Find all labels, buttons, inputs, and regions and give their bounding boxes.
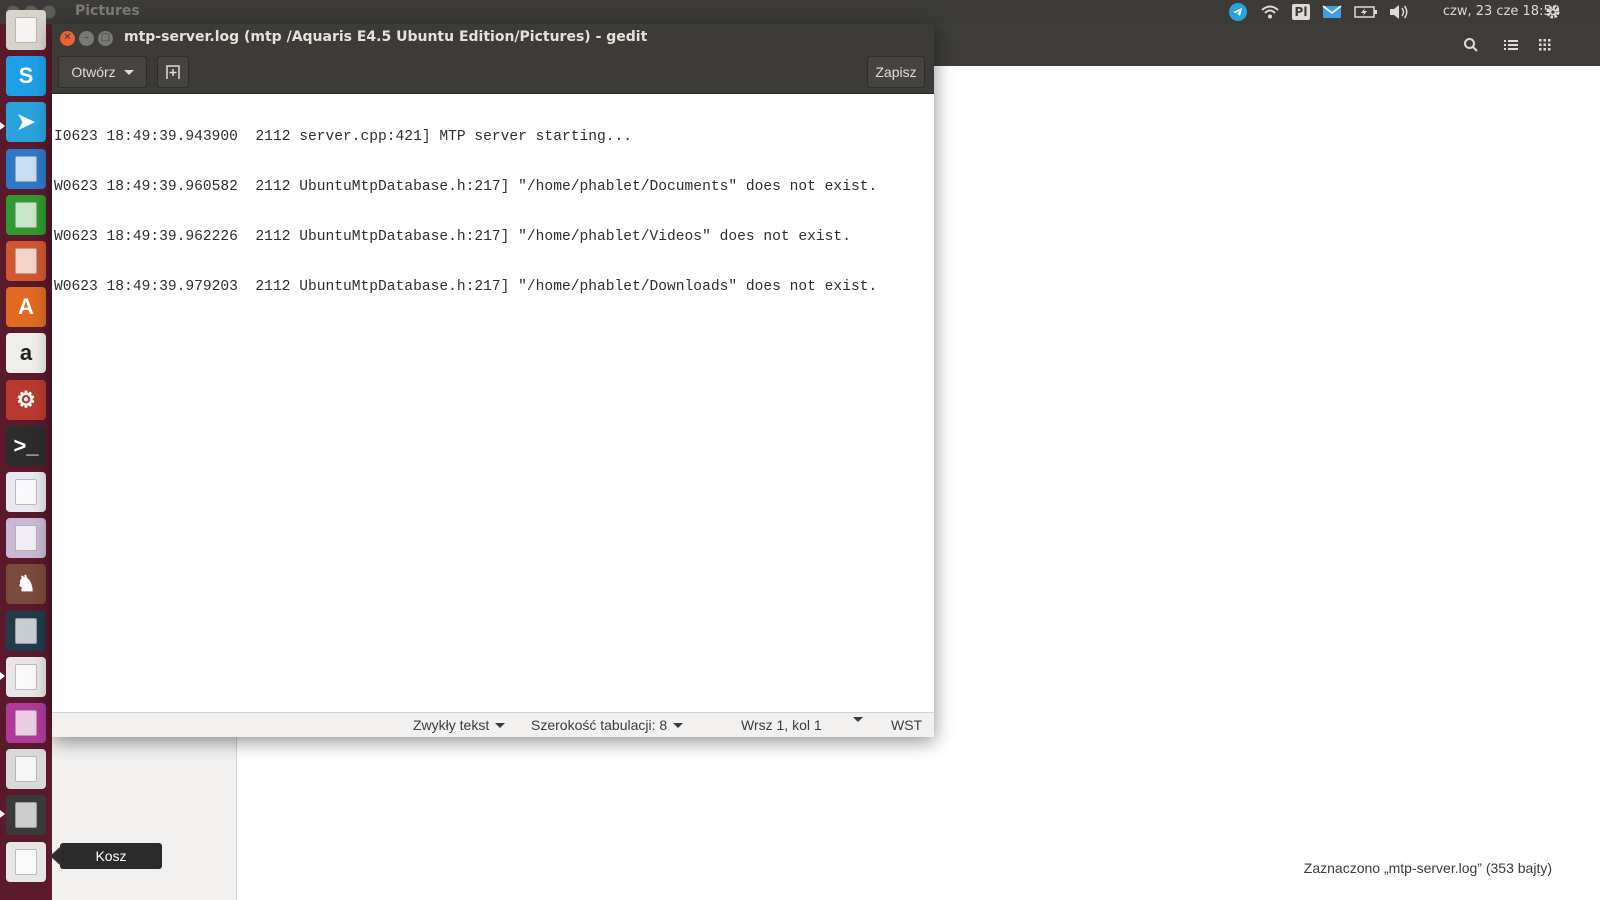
gedit-toolbar: Otwórz Zapisz (52, 52, 934, 94)
gear-icon[interactable] (1542, 0, 1564, 24)
file-manager-header (934, 24, 1600, 66)
running-indicator (0, 810, 5, 818)
gedit-icon-glyph (15, 663, 37, 690)
insert-mode-label: WST (891, 717, 923, 733)
save-button[interactable]: Zapisz (867, 56, 925, 88)
phone-device-icon[interactable] (6, 795, 46, 836)
new-document-icon (166, 65, 180, 79)
webcam-icon-glyph (15, 525, 37, 552)
drive-icon[interactable] (6, 749, 46, 790)
drive-icon-glyph (15, 756, 37, 783)
gedit-titlebar[interactable]: ✕ – □ mtp-server.log (mtp /Aquaris E4.5 … (52, 24, 934, 52)
cursor-position-label: Wrsz 1, kol 1 (741, 717, 822, 733)
mail-icon[interactable] (1320, 0, 1344, 24)
cursor-position-dropdown[interactable] (853, 717, 863, 722)
cursor-position[interactable]: Wrsz 1, kol 1 (741, 717, 822, 733)
amazon-icon[interactable]: a (6, 333, 46, 374)
files-icon-glyph (15, 17, 37, 43)
wifi-icon[interactable] (1258, 0, 1282, 24)
telegram-icon-glyph: ➤ (16, 109, 36, 135)
system-settings-icon-glyph: ⚙ (16, 386, 36, 412)
window-title: mtp-server.log (mtp /Aquaris E4.5 Ubuntu… (124, 29, 648, 45)
phone-device-icon-glyph (15, 802, 37, 829)
search-icon[interactable] (1459, 33, 1483, 57)
chevron-down-icon (673, 722, 684, 728)
battery-icon[interactable] (1352, 0, 1380, 24)
trash-tooltip: Kosz (60, 843, 162, 869)
open-button[interactable]: Otwórz (58, 56, 147, 88)
telegram-tray-icon[interactable] (1227, 0, 1249, 24)
log-line: W0623 18:49:39.962226 2112 UbuntuMtpData… (54, 228, 851, 245)
new-tab-button[interactable] (157, 56, 189, 88)
text-editor[interactable]: I0623 18:49:39.943900 2112 server.cpp:42… (52, 94, 934, 712)
software-center-icon[interactable]: A (6, 287, 46, 328)
software-center-icon-glyph: A (18, 294, 34, 320)
skype-icon-glyph: S (18, 63, 34, 89)
libreoffice-impress-icon[interactable] (6, 241, 46, 281)
gedit-icon[interactable] (6, 656, 46, 697)
tab-width-label: Szerokość tabulacji: 8 (531, 717, 668, 733)
language-label: Zwykły tekst (413, 717, 490, 733)
close-button[interactable]: ✕ (60, 31, 75, 46)
system-settings-icon[interactable]: ⚙ (6, 379, 46, 420)
top-panel: Pictures Pl czw, 23 cze 18:59 (0, 0, 1600, 24)
libreoffice-calc-icon[interactable] (6, 194, 46, 235)
log-line: W0623 18:49:39.979203 2112 UbuntuMtpData… (54, 278, 878, 295)
language-selector[interactable]: Zwykły tekst (413, 717, 506, 733)
grid-view-icon[interactable] (1533, 33, 1557, 57)
tab-width-selector[interactable]: Szerokość tabulacji: 8 (531, 717, 684, 733)
workspace-switcher-icon-glyph (15, 710, 37, 736)
gedit-window: ✕ – □ mtp-server.log (mtp /Aquaris E4.5 … (52, 24, 934, 737)
webcam-icon[interactable] (6, 518, 46, 559)
files-icon[interactable] (6, 10, 46, 50)
file-manager-sidebar (52, 737, 237, 900)
running-indicator (0, 122, 5, 130)
list-view-icon[interactable] (1499, 33, 1523, 57)
minimize-button[interactable]: – (79, 31, 94, 46)
gedit-statusbar: Zwykły tekst Szerokość tabulacji: 8 Wrsz… (52, 712, 934, 737)
save-button-label: Zapisz (875, 64, 917, 80)
workspace-switcher-icon[interactable] (6, 703, 46, 743)
chess-icon[interactable]: ♞ (6, 564, 46, 605)
log-line: I0623 18:49:39.943900 2112 server.cpp:42… (54, 129, 633, 146)
system-monitor-icon[interactable] (6, 610, 46, 651)
libreoffice-writer-icon[interactable] (6, 148, 46, 189)
libreoffice-writer-icon-glyph (15, 155, 37, 182)
insert-mode: WST (891, 717, 922, 733)
volume-icon[interactable] (1386, 0, 1412, 24)
log-line: W0623 18:49:39.960582 2112 UbuntuMtpData… (54, 178, 878, 195)
keyboard-layout-indicator[interactable]: Pl (1290, 0, 1312, 24)
telegram-icon[interactable]: ➤ (6, 102, 46, 143)
solitaire-icon-glyph (15, 479, 37, 505)
chess-icon-glyph: ♞ (16, 571, 36, 597)
chevron-down-icon (853, 717, 863, 722)
file-manager-divider (237, 737, 242, 900)
file-manager-status: Zaznaczono „mtp-server.log” (353 bajty) (1303, 860, 1552, 876)
background-window-title: Pictures (75, 3, 140, 19)
skype-icon[interactable]: S (6, 56, 46, 97)
chevron-down-icon (123, 69, 134, 75)
launcher: S ➤ Aa ⚙ >_ ♞ (0, 10, 52, 900)
system-monitor-icon-glyph (15, 617, 37, 644)
trash-icon-glyph (15, 848, 37, 875)
terminal-icon[interactable]: >_ (6, 425, 46, 466)
amazon-icon-glyph: a (19, 340, 33, 366)
tooltip-arrow (50, 847, 60, 865)
terminal-icon-glyph: >_ (13, 432, 39, 458)
running-indicator (0, 672, 5, 680)
libreoffice-impress-icon-glyph (15, 248, 37, 274)
maximize-button[interactable]: □ (98, 31, 113, 46)
libreoffice-calc-icon-glyph (15, 201, 37, 228)
trash-icon[interactable] (6, 841, 46, 882)
open-button-label: Otwórz (71, 64, 116, 80)
chevron-down-icon (495, 722, 506, 728)
solitaire-icon[interactable] (6, 472, 46, 512)
